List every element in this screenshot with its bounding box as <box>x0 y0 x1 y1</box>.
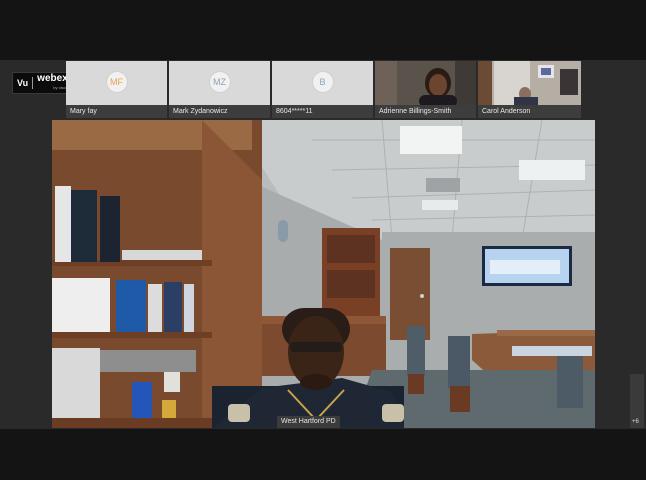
participant-video-tile[interactable]: Adrienne Billings-Smith <box>375 61 476 118</box>
avatar: MF <box>105 71 128 93</box>
overflow-count: +6 <box>632 419 639 425</box>
avatar-initials: MF <box>110 77 123 87</box>
participant-name: 8604*****11 <box>272 105 373 118</box>
participant-tile[interactable]: MZ Mark Zydanowicz <box>169 61 270 118</box>
active-speaker-label: West Hartford PD <box>277 416 340 428</box>
participant-video-tile[interactable]: Carol Anderson <box>478 61 581 118</box>
logo-sub: by cisco <box>53 85 68 90</box>
participant-name: Mark Zydanowicz <box>169 105 270 118</box>
participant-tile[interactable]: B 8604*****11 <box>272 61 373 118</box>
participant-strip: MF Mary fay MZ Mark Zydanowicz B 8604***… <box>66 61 581 118</box>
participant-tile[interactable]: MF Mary fay <box>66 61 167 118</box>
logo-divider <box>32 77 34 89</box>
participant-name: Carol Anderson <box>478 105 581 118</box>
avatar: MZ <box>208 71 231 93</box>
participant-name: Mary fay <box>66 105 167 118</box>
avatar: B <box>311 71 334 93</box>
active-speaker-video[interactable] <box>52 120 595 428</box>
participant-name: Adrienne Billings-Smith <box>375 105 476 118</box>
logo-name: webex by cisco <box>37 74 68 92</box>
logo-prefix: Vu <box>17 78 29 88</box>
video-feed <box>52 120 595 428</box>
more-participants-button[interactable]: +6 <box>630 374 644 428</box>
avatar-initials: MZ <box>213 77 226 87</box>
avatar-initials: B <box>319 77 326 87</box>
